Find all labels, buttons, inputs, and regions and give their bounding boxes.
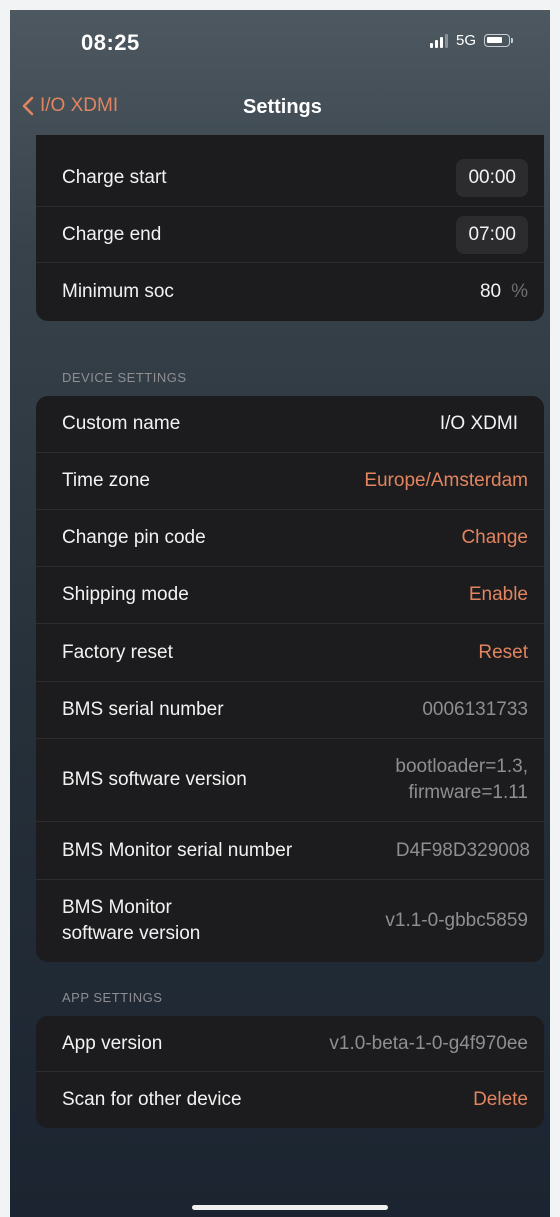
factory-reset-label: Factory reset [62,641,173,663]
battery-icon [484,34,513,47]
custom-name-row[interactable]: Custom name I/O XDMI [36,396,544,453]
app-version-value: v1.0-beta-1-0-g4f970ee [329,1032,528,1054]
shipping-mode-row[interactable]: Shipping mode Enable [36,567,544,624]
bms-monitor-software-label-line2: software version [62,923,201,944]
bms-software-row: BMS software version bootloader=1.3, fir… [36,739,544,822]
charge-end-row: Charge end 07:00 [36,207,544,263]
delete-button[interactable]: Delete [473,1089,528,1111]
bms-software-value: bootloader=1.3, firmware=1.11 [395,754,528,806]
minimum-soc-value: 80 [479,281,502,302]
time-zone-label: Time zone [62,470,150,491]
scan-device-label: Scan for other device [62,1089,242,1110]
bms-monitor-software-row: BMS Monitor software version v1.1-0-gbbc… [36,880,544,962]
minimum-soc-row: Minimum soc 80% [36,263,544,321]
network-type: 5G [455,32,476,49]
shipping-mode-enable-button[interactable]: Enable [469,584,528,606]
device-settings-header: DEVICE SETTINGS [62,370,187,385]
back-button[interactable]: I/O XDMI [22,95,118,117]
status-time: 08:25 [81,30,140,55]
bms-serial-value: 0006131733 [422,699,528,720]
change-pin-row[interactable]: Change pin code Change [36,510,544,567]
change-pin-button[interactable]: Change [461,527,528,549]
page-title: Settings [243,96,322,118]
bms-firmware-version: firmware=1.11 [408,782,528,803]
bms-monitor-serial-row: BMS Monitor serial number D4F98D329008 [36,822,544,880]
change-pin-label: Change pin code [62,527,206,548]
charge-start-label: Charge start [62,167,167,188]
custom-name-label: Custom name [62,413,181,434]
custom-name-value[interactable]: I/O XDMI [440,413,518,435]
bms-software-label: BMS software version [62,769,247,790]
bms-serial-row: BMS serial number 0006131733 [36,682,544,739]
minimum-soc-unit: % [511,281,528,302]
bms-monitor-software-label: BMS Monitor software version [62,895,200,947]
app-version-row: App version v1.0-beta-1-0-g4f970ee [36,1016,544,1072]
bms-monitor-software-label-line1: BMS Monitor [62,897,172,918]
scan-device-row[interactable]: Scan for other device Delete [36,1072,544,1128]
status-bar: 08:25 5G [10,10,550,70]
nav-bar: I/O XDMI Settings [10,85,550,135]
factory-reset-button[interactable]: Reset [478,642,528,664]
app-settings-header: APP SETTINGS [62,990,163,1005]
time-zone-value[interactable]: Europe/Amsterdam [364,470,528,492]
signal-icon [429,33,448,48]
minimum-soc-field[interactable]: 80% [480,281,528,303]
charge-end-label: Charge end [62,223,162,245]
minimum-soc-label: Minimum soc [62,281,174,302]
charge-settings-card: Charge start 00:00 Charge end 07:00 Mini… [36,135,544,321]
charge-start-time-picker[interactable]: 00:00 [456,159,528,197]
app-version-label: App version [62,1032,163,1054]
chevron-left-icon [22,96,34,116]
bms-monitor-serial-label: BMS Monitor serial number [62,839,293,861]
status-indicators: 5G [429,32,513,49]
charge-start-row: Charge start 00:00 [36,150,544,207]
bms-bootloader-version: bootloader=1.3, [395,756,528,777]
app-settings-card: App version v1.0-beta-1-0-g4f970ee Scan … [36,1016,544,1128]
bms-serial-label: BMS serial number [62,699,224,720]
bms-monitor-software-value: v1.1-0-gbbc5859 [385,910,528,931]
bms-monitor-serial-value: D4F98D329008 [395,839,530,861]
device-settings-card: Custom name I/O XDMI Time zone Europe/Am… [36,396,544,962]
shipping-mode-label: Shipping mode [62,584,189,605]
charge-end-time-picker[interactable]: 07:00 [456,215,528,254]
factory-reset-row[interactable]: Factory reset Reset [36,624,544,682]
time-zone-row[interactable]: Time zone Europe/Amsterdam [36,453,544,510]
home-indicator[interactable] [192,1205,388,1210]
back-label: I/O XDMI [40,95,119,116]
phone-screen: 08:25 5G I/O XDMI Settings Charge start … [10,10,550,1217]
